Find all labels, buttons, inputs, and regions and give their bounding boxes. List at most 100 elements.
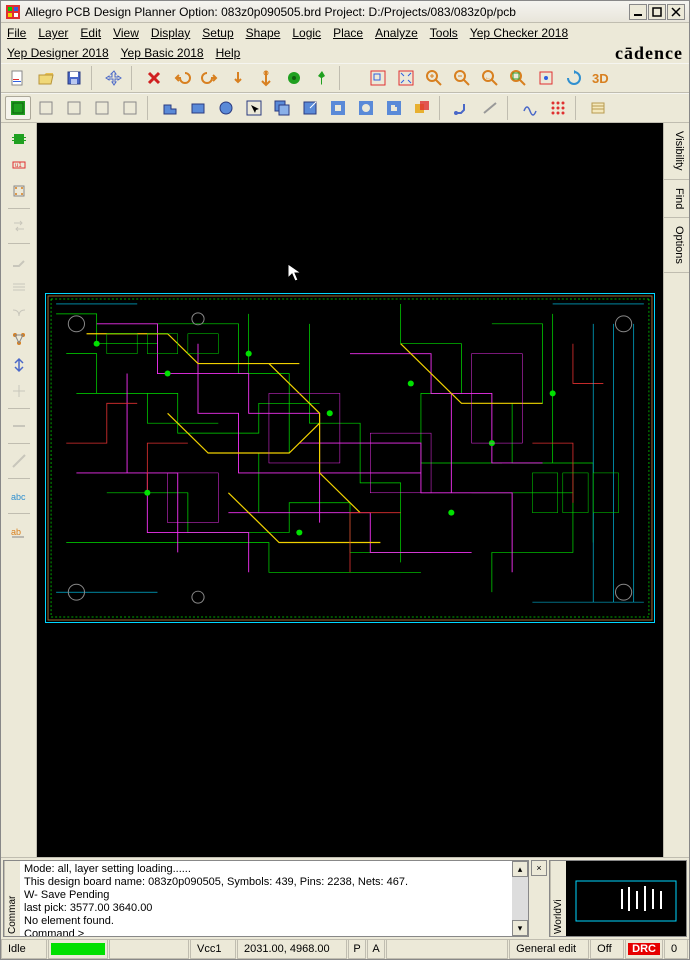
brd-button[interactable] <box>585 96 611 120</box>
menu-place[interactable]: Place <box>333 26 363 40</box>
fanout-button[interactable] <box>6 353 32 377</box>
menu-yepbasic[interactable]: Yep Basic 2018 <box>121 46 204 60</box>
scroll-down-icon[interactable]: ▾ <box>512 920 528 936</box>
minimize-button[interactable] <box>629 4 647 20</box>
menu-tools[interactable]: Tools <box>430 26 458 40</box>
move-button[interactable] <box>101 66 127 90</box>
anchor-button[interactable] <box>253 66 279 90</box>
svg-text:3D: 3D <box>592 71 609 86</box>
cmd-line: last pick: 3577.00 3640.00 <box>24 902 508 915</box>
shape-rect-button[interactable] <box>185 96 211 120</box>
redo-button[interactable] <box>197 66 223 90</box>
command-log[interactable]: Mode: all, layer setting loading...... T… <box>20 861 512 936</box>
menu-help[interactable]: Help <box>216 46 241 60</box>
cmd-prompt[interactable]: Command > <box>24 928 508 936</box>
diff-button[interactable] <box>6 301 32 325</box>
void-circle-button[interactable] <box>353 96 379 120</box>
tab-visibility[interactable]: Visibility <box>664 123 689 180</box>
layer-1-button[interactable] <box>61 96 87 120</box>
component-button[interactable]: u1 <box>6 153 32 177</box>
menu-layer[interactable]: Layer <box>38 26 68 40</box>
route-button[interactable] <box>449 96 475 120</box>
tab-options[interactable]: Options <box>664 218 689 273</box>
status-progress <box>48 940 108 959</box>
dim-button[interactable]: ab <box>6 519 32 543</box>
grid-button[interactable] <box>545 96 571 120</box>
svg-text:←: ← <box>485 75 491 81</box>
void-poly-button[interactable] <box>381 96 407 120</box>
tab-find[interactable]: Find <box>664 180 689 218</box>
refresh-button[interactable] <box>561 66 587 90</box>
copy-shape-button[interactable] <box>269 96 295 120</box>
shape-select-button[interactable] <box>241 96 267 120</box>
zoom-window-button[interactable] <box>365 66 391 90</box>
status-bar: Idle Vcc1 2031.00, 4968.00 P A General e… <box>1 939 689 959</box>
toolbar-file: ← 3D <box>1 63 689 93</box>
maximize-button[interactable] <box>648 4 666 20</box>
menu-yepchecker[interactable]: Yep Checker 2018 <box>470 26 568 40</box>
status-p[interactable]: P <box>348 940 366 959</box>
design-canvas[interactable] <box>37 123 663 857</box>
line-button[interactable] <box>6 449 32 473</box>
menu-file[interactable]: File <box>7 26 26 40</box>
layer-3-button[interactable] <box>117 96 143 120</box>
net-sched-button[interactable] <box>6 327 32 351</box>
pins-button[interactable] <box>6 179 32 203</box>
ruler-down-button[interactable] <box>225 66 251 90</box>
scroll-track[interactable] <box>512 877 528 920</box>
3d-button[interactable]: 3D <box>589 66 615 90</box>
save-button[interactable] <box>61 66 87 90</box>
zoom-region-button[interactable] <box>505 66 531 90</box>
spread-button[interactable] <box>6 379 32 403</box>
svg-text:u1: u1 <box>15 163 22 169</box>
menu-shape[interactable]: Shape <box>246 26 281 40</box>
menu-logic[interactable]: Logic <box>292 26 321 40</box>
slide-tool-button[interactable] <box>6 414 32 438</box>
new-button[interactable] <box>5 66 31 90</box>
shape-circle-button[interactable] <box>213 96 239 120</box>
pushpin-button[interactable] <box>309 66 335 90</box>
route-tool-button[interactable] <box>6 249 32 273</box>
status-a[interactable]: A <box>367 940 385 959</box>
void-rect-button[interactable] <box>325 96 351 120</box>
cmd-scrollbar[interactable]: ▴ ▾ <box>512 861 528 936</box>
zoom-out-button[interactable] <box>449 66 475 90</box>
shape-edit-button[interactable] <box>297 96 323 120</box>
zoom-in-button[interactable] <box>421 66 447 90</box>
placement-button[interactable] <box>6 127 32 151</box>
menu-setup[interactable]: Setup <box>202 26 233 40</box>
cursor-icon <box>287 263 303 288</box>
shape-poly-button[interactable] <box>157 96 183 120</box>
bus-button[interactable] <box>6 275 32 299</box>
cancel-button[interactable] <box>141 66 167 90</box>
zoom-prev-button[interactable]: ← <box>477 66 503 90</box>
menu-yepdesigner[interactable]: Yep Designer 2018 <box>7 46 109 60</box>
open-button[interactable] <box>33 66 59 90</box>
menu-display[interactable]: Display <box>151 26 190 40</box>
status-drc[interactable]: DRC <box>625 940 663 959</box>
slide-button[interactable] <box>477 96 503 120</box>
layer-2-button[interactable] <box>89 96 115 120</box>
minimap-pane: WorldVi <box>549 860 687 937</box>
flag-button[interactable] <box>281 66 307 90</box>
scroll-up-icon[interactable]: ▴ <box>512 861 528 877</box>
layer-0-button[interactable] <box>33 96 59 120</box>
menu-edit[interactable]: Edit <box>80 26 101 40</box>
scribble-button[interactable] <box>517 96 543 120</box>
close-button[interactable] <box>667 4 685 20</box>
text-button[interactable]: abc <box>6 484 32 508</box>
swap-button[interactable] <box>6 214 32 238</box>
toolbar-shapes <box>1 93 689 123</box>
minimap-label: WorldVi <box>550 861 566 936</box>
side-panel: Visibility Find Options <box>663 123 689 857</box>
minimap[interactable] <box>566 861 686 936</box>
show-all-button[interactable] <box>5 96 31 120</box>
cmd-close[interactable]: × <box>531 860 547 937</box>
menu-view[interactable]: View <box>113 26 139 40</box>
shape-merge-button[interactable] <box>409 96 435 120</box>
menu-analyze[interactable]: Analyze <box>375 26 418 40</box>
zoom-center-button[interactable] <box>533 66 559 90</box>
undo-button[interactable] <box>169 66 195 90</box>
close-pane-icon[interactable]: × <box>531 860 547 876</box>
zoom-fit-button[interactable] <box>393 66 419 90</box>
